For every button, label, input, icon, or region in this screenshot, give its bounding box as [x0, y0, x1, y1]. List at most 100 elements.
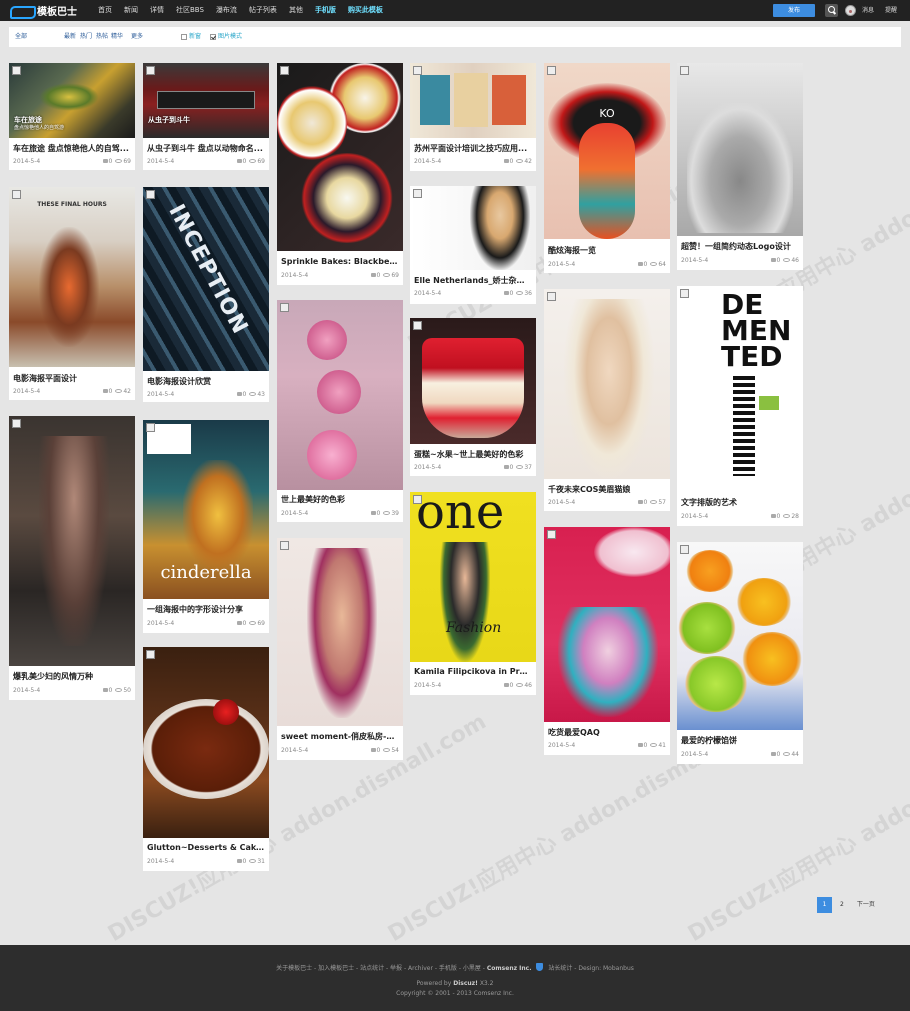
- select-checkbox[interactable]: [413, 189, 422, 198]
- post-title[interactable]: 爆乳美少妇的风情万种: [13, 671, 131, 682]
- select-checkbox[interactable]: [12, 66, 21, 75]
- post-thumbnail[interactable]: one Fashion: [410, 492, 536, 662]
- select-checkbox[interactable]: [547, 66, 556, 75]
- post-title[interactable]: 世上最美好的色彩: [281, 494, 399, 505]
- post-thumbnail[interactable]: [544, 289, 670, 479]
- post-card[interactable]: KO 酷炫海报一览 2014-5-4 0 64: [544, 63, 670, 273]
- footer-link-group[interactable]: 关于模板巴士 - 加入模板巴士 - 站点统计 - 举报 - Archiver -…: [276, 965, 485, 972]
- post-thumbnail[interactable]: [277, 538, 403, 726]
- post-title[interactable]: 电影海报平面设计: [13, 373, 131, 384]
- post-title[interactable]: 一组海报中的字形设计分享: [147, 604, 265, 615]
- post-card[interactable]: DE MEN TED 文字排版的艺术 2014-5-4 0 28: [677, 286, 803, 526]
- new-window-checkbox[interactable]: [181, 34, 187, 40]
- post-thumbnail[interactable]: INCEPTION: [143, 187, 269, 371]
- post-title[interactable]: 蛋糕~水果~世上最美好的色彩: [414, 449, 532, 460]
- post-card[interactable]: 蛋糕~水果~世上最美好的色彩 2014-5-4 0 37: [410, 318, 536, 476]
- select-checkbox[interactable]: [146, 190, 155, 199]
- post-title[interactable]: Glutton~Desserts & Cakes: [147, 843, 265, 852]
- post-title[interactable]: Kamila Filipcikova in Prada ...: [414, 667, 532, 676]
- post-card[interactable]: 世上最美好的色彩 2014-5-4 0 39: [277, 300, 403, 522]
- post-card[interactable]: Sprinkle Bakes: Blackberry ... 2014-5-4 …: [277, 63, 403, 285]
- post-card[interactable]: 最爱的柠檬馅饼 2014-5-4 0 44: [677, 542, 803, 764]
- filter-more[interactable]: 更多: [131, 27, 143, 47]
- next-page-button[interactable]: 下一页: [851, 897, 880, 913]
- select-checkbox[interactable]: [12, 190, 21, 199]
- footer-company[interactable]: Comsenz Inc.: [487, 965, 532, 972]
- post-title[interactable]: 从虫子到斗牛 盘点以动物命名...: [147, 143, 265, 154]
- post-thumbnail[interactable]: [410, 63, 536, 138]
- filter-newest[interactable]: 最新: [64, 27, 76, 47]
- post-thumbnail[interactable]: [410, 186, 536, 270]
- post-card[interactable]: one Fashion Kamila Filipcikova in Prada …: [410, 492, 536, 695]
- post-card[interactable]: cinderella 一组海报中的字形设计分享 2014-5-4 0 69: [143, 420, 269, 633]
- post-thumbnail[interactable]: cinderella: [143, 420, 269, 599]
- post-card[interactable]: 超赞！一组简约动态Logo设计 2014-5-4 0 46: [677, 63, 803, 270]
- post-title[interactable]: Sprinkle Bakes: Blackberry ...: [281, 257, 399, 266]
- select-checkbox[interactable]: [280, 66, 289, 75]
- select-checkbox[interactable]: [146, 66, 155, 75]
- discuz-link[interactable]: Discuz!: [453, 980, 478, 987]
- nav-item-news[interactable]: 新闻: [118, 0, 144, 21]
- post-title[interactable]: sweet moment-俏皮私房-美...: [281, 731, 399, 742]
- nav-item-bbs[interactable]: 社区BBS: [170, 0, 210, 21]
- publish-button[interactable]: 发布: [773, 4, 815, 17]
- page-1-button[interactable]: 1: [817, 897, 832, 913]
- select-checkbox[interactable]: [680, 289, 689, 298]
- page-2-button[interactable]: 2: [835, 897, 849, 913]
- post-card[interactable]: 吃货最爱QAQ 2014-5-4 0 41: [544, 527, 670, 755]
- post-card[interactable]: 从虫子到斗牛 从虫子到斗牛 盘点以动物命名... 2014-5-4 0 69: [143, 63, 269, 170]
- post-thumbnail[interactable]: [9, 416, 135, 666]
- post-thumbnail[interactable]: [410, 318, 536, 444]
- search-icon[interactable]: [825, 4, 838, 17]
- post-card[interactable]: 千夜未来COS美眉猫娘 2014-5-4 0 57: [544, 289, 670, 511]
- post-title[interactable]: 苏州平面设计培训之技巧应用...: [414, 143, 532, 154]
- post-thumbnail[interactable]: [677, 63, 803, 236]
- nav-item-mobile[interactable]: 手机版: [309, 0, 342, 21]
- post-card[interactable]: 苏州平面设计培训之技巧应用... 2014-5-4 0 42: [410, 63, 536, 171]
- select-checkbox[interactable]: [547, 292, 556, 301]
- post-thumbnail[interactable]: THESE FINAL HOURS: [9, 187, 135, 367]
- filter-hot-threads[interactable]: 热帖: [96, 27, 108, 47]
- post-title[interactable]: 吃货最爱QAQ: [548, 727, 666, 738]
- select-checkbox[interactable]: [146, 423, 155, 432]
- post-thumbnail[interactable]: [677, 542, 803, 730]
- post-title[interactable]: Elle Netherlands_娇士杂志在线: [414, 275, 532, 286]
- nav-item-waterfall[interactable]: 瀑布流: [210, 0, 243, 21]
- nav-item-buy-template[interactable]: 购买此模板: [342, 0, 389, 21]
- post-title[interactable]: 酷炫海报一览: [548, 245, 666, 256]
- post-title[interactable]: 千夜未来COS美眉猫娘: [548, 484, 666, 495]
- select-checkbox[interactable]: [280, 303, 289, 312]
- post-title[interactable]: 车在旅途 盘点惊艳他人的自驾...: [13, 143, 131, 154]
- filter-all[interactable]: 全部: [15, 27, 27, 47]
- select-checkbox[interactable]: [146, 650, 155, 659]
- avatar[interactable]: [845, 5, 856, 16]
- post-title[interactable]: 电影海报设计欣赏: [147, 376, 265, 387]
- post-thumbnail[interactable]: [277, 63, 403, 251]
- post-title[interactable]: 最爱的柠檬馅饼: [681, 735, 799, 746]
- select-checkbox[interactable]: [413, 321, 422, 330]
- filter-hot[interactable]: 热门: [80, 27, 92, 47]
- select-checkbox[interactable]: [413, 66, 422, 75]
- remind-link[interactable]: 提醒: [885, 0, 897, 21]
- post-card[interactable]: Elle Netherlands_娇士杂志在线 2014-5-4 0 36: [410, 186, 536, 304]
- footer-link-group-2[interactable]: 站长统计 - Design: Mobanbus: [548, 965, 634, 972]
- post-card[interactable]: 爆乳美少妇的风情万种 2014-5-4 0 50: [9, 416, 135, 700]
- post-thumbnail[interactable]: [143, 647, 269, 838]
- post-thumbnail[interactable]: KO: [544, 63, 670, 239]
- select-checkbox[interactable]: [547, 530, 556, 539]
- post-card[interactable]: THESE FINAL HOURS 电影海报平面设计 2014-5-4 0 42: [9, 187, 135, 400]
- post-thumbnail[interactable]: DE MEN TED: [677, 286, 803, 491]
- nav-item-home[interactable]: 首页: [92, 0, 118, 21]
- post-thumbnail[interactable]: [277, 300, 403, 490]
- post-title[interactable]: 文字排版的艺术: [681, 497, 799, 508]
- post-card[interactable]: Glutton~Desserts & Cakes 2014-5-4 0 31: [143, 647, 269, 871]
- site-logo[interactable]: 模板巴士: [10, 4, 77, 19]
- nav-item-thread-list[interactable]: 帖子列表: [243, 0, 283, 21]
- post-card[interactable]: INCEPTION 电影海报设计欣赏 2014-5-4 0 43: [143, 187, 269, 402]
- post-card[interactable]: 车在旅途 盘点惊艳他人的自驾游 车在旅途 盘点惊艳他人的自驾... 2014-5…: [9, 63, 135, 170]
- nav-item-detail[interactable]: 详情: [144, 0, 170, 21]
- post-thumbnail[interactable]: [544, 527, 670, 722]
- select-checkbox[interactable]: [680, 66, 689, 75]
- select-checkbox[interactable]: [12, 419, 21, 428]
- post-title[interactable]: 超赞！一组简约动态Logo设计: [681, 241, 799, 252]
